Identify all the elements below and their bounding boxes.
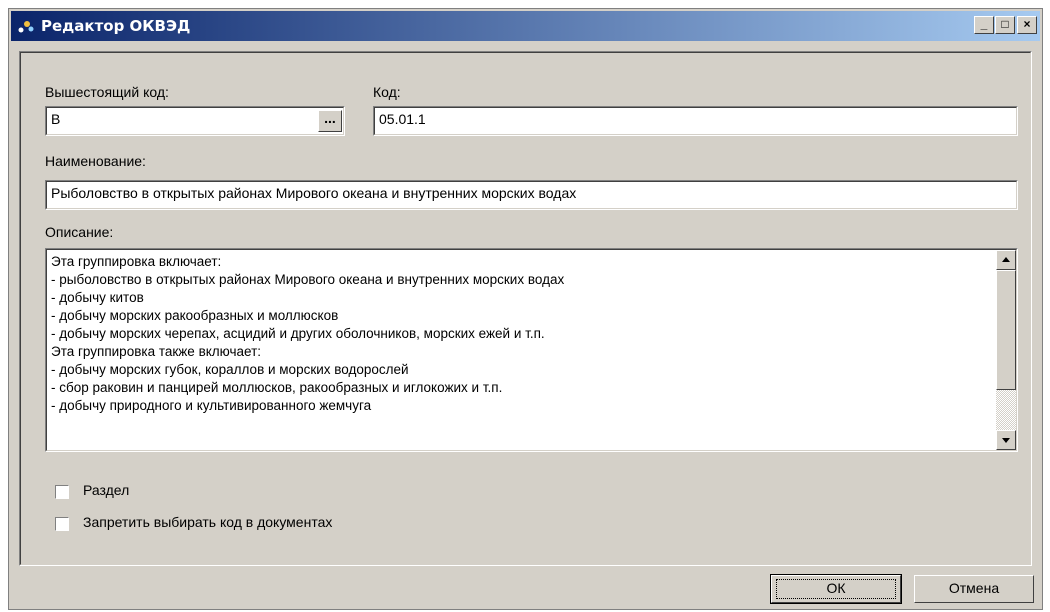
name-label: Наименование:	[45, 153, 146, 169]
parent-code-label: Вышестоящий код:	[45, 84, 169, 100]
scroll-up-button[interactable]	[996, 250, 1016, 270]
parent-code-field[interactable]: В	[45, 106, 345, 136]
section-checkbox[interactable]	[55, 485, 69, 499]
forbid-code-checkbox[interactable]	[55, 517, 69, 531]
section-checkbox-label: Раздел	[83, 482, 130, 498]
maximize-button[interactable]: □	[995, 16, 1015, 34]
maximize-icon: □	[1001, 17, 1009, 31]
title-bar[interactable]: Редактор ОКВЭД _ □ ×	[11, 11, 1040, 41]
description-line: - добычу китов	[51, 290, 144, 305]
parent-code-lookup-button[interactable]: ...	[318, 110, 342, 132]
description-field[interactable]: Эта группировка включает: - рыболовство …	[45, 248, 1018, 452]
description-text: Эта группировка включает: - рыболовство …	[51, 253, 990, 415]
description-line: - добычу морских ракообразных и моллюско…	[51, 308, 339, 323]
minimize-button[interactable]: _	[974, 16, 994, 34]
code-value: 05.01.1	[374, 107, 1017, 135]
ok-button[interactable]: ОК	[770, 574, 902, 604]
arrow-up-icon	[1002, 257, 1010, 262]
app-icon	[18, 21, 34, 33]
scroll-thumb[interactable]	[996, 270, 1016, 390]
description-line: - рыболовство в открытых районах Мировог…	[51, 272, 565, 287]
description-line: - добычу природного и культивированного …	[51, 398, 372, 413]
close-icon: ×	[1023, 17, 1031, 31]
description-line: Эта группировка включает:	[51, 254, 222, 269]
form-panel: Вышестоящий код: В ... Код: 05.01.1 Наим…	[19, 51, 1032, 566]
window-title: Редактор ОКВЭД	[41, 17, 191, 35]
scroll-down-button[interactable]	[996, 430, 1016, 450]
okved-editor-window: Редактор ОКВЭД _ □ × Вышестоящий код: В …	[8, 8, 1043, 610]
parent-code-value: В	[46, 107, 344, 135]
description-line: - добычу морских черепах, асцидий и друг…	[51, 326, 545, 341]
name-value: Рыболовство в открытых районах Мирового …	[46, 181, 1017, 209]
arrow-down-icon	[1002, 438, 1010, 443]
forbid-code-checkbox-label: Запретить выбирать код в документах	[83, 514, 333, 530]
code-field[interactable]: 05.01.1	[373, 106, 1018, 136]
cancel-button[interactable]: Отмена	[914, 575, 1034, 603]
minimize-icon: _	[980, 17, 988, 31]
close-button[interactable]: ×	[1017, 16, 1037, 34]
name-field[interactable]: Рыболовство в открытых районах Мирового …	[45, 180, 1018, 210]
description-scrollbar[interactable]	[996, 250, 1016, 450]
description-line: - сбор раковин и панцирей моллюсков, рак…	[51, 380, 503, 395]
cancel-button-label: Отмена	[948, 580, 1000, 596]
description-line: - добычу морских губок, кораллов и морск…	[51, 362, 409, 377]
description-label: Описание:	[45, 224, 114, 240]
ellipsis-icon: ...	[324, 110, 336, 126]
code-label: Код:	[373, 84, 401, 100]
description-line: Эта группировка также включает:	[51, 344, 262, 359]
